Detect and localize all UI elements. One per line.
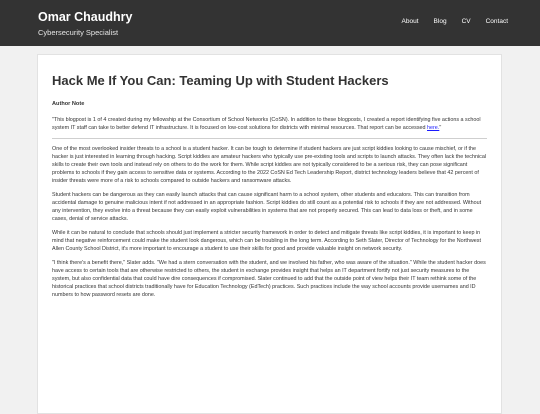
nav-blog-link[interactable]: Blog — [434, 18, 447, 25]
brand: Omar Chaudhry Cybersecurity Specialist — [38, 10, 132, 37]
article-paragraph: Student hackers can be dangerous as they… — [52, 192, 482, 222]
report-link[interactable]: here. — [427, 125, 439, 131]
article-paragraph: One of the most overlooked insider threa… — [52, 146, 487, 184]
divider — [52, 138, 487, 139]
nav-contact-link[interactable]: Contact — [486, 18, 508, 25]
site-header: Omar Chaudhry Cybersecurity Specialist A… — [0, 0, 540, 46]
author-note-text: "This blogpost is 1 of 4 created during … — [52, 116, 487, 132]
article-card: Hack Me If You Can: Teaming Up with Stud… — [37, 54, 502, 414]
article-paragraph: While it can be natural to conclude that… — [52, 230, 481, 252]
site-tagline: Cybersecurity Specialist — [38, 28, 119, 37]
author-note-body: "This blogpost is 1 of 4 created during … — [52, 117, 481, 131]
nav-about-link[interactable]: About — [402, 18, 419, 25]
article-title: Hack Me If You Can: Teaming Up with Stud… — [52, 73, 389, 88]
site-name[interactable]: Omar Chaudhry — [38, 10, 132, 24]
article-paragraph: "I think there's a benefit there," Slate… — [52, 260, 486, 298]
author-note-label: Author Note — [52, 101, 85, 107]
nav-cv-link[interactable]: CV — [462, 18, 471, 25]
author-note-end: " — [439, 125, 442, 131]
main-nav: About Blog CV Contact — [402, 18, 508, 25]
